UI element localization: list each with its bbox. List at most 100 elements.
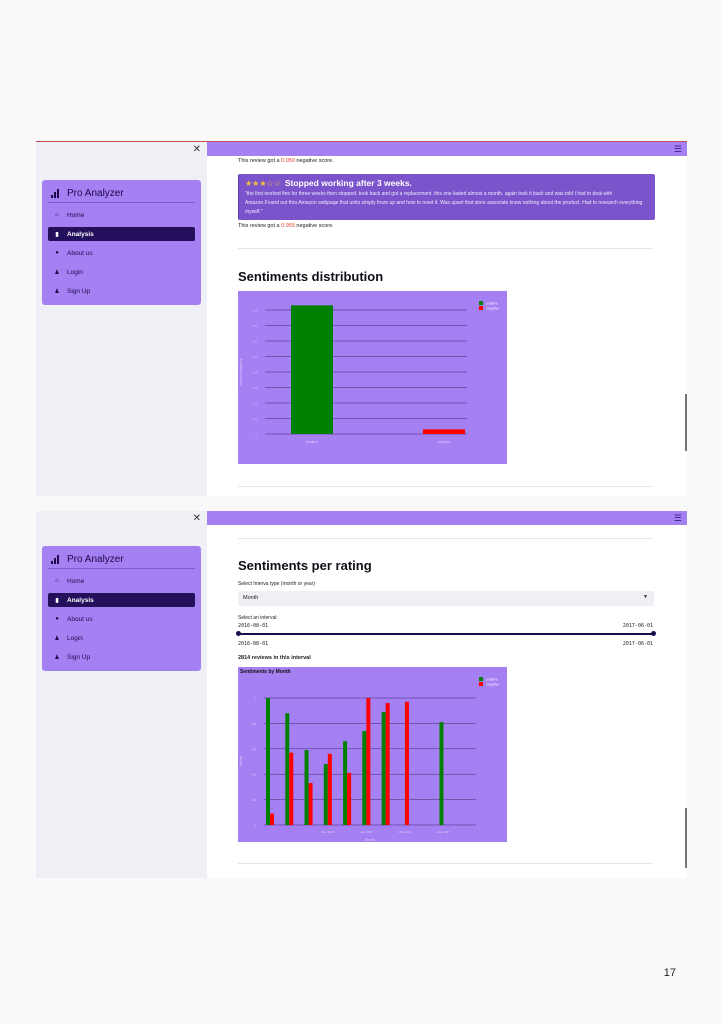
main-content: This review got a 0.050 negative score. … <box>207 156 687 496</box>
select-value: Month <box>243 595 259 601</box>
nav-item-about[interactable]: ● About us <box>48 246 195 260</box>
x-tick-label: Mar 2017 <box>399 830 412 834</box>
section-title: Sentiments distribution <box>238 269 384 284</box>
scrollbar[interactable] <box>685 808 687 868</box>
bar-negative <box>404 701 409 825</box>
chart-svg: Sentiments by Month 0 0.2 0.4 0.6 0.8 1 Trends M… <box>239 669 499 842</box>
legend-swatch <box>479 301 483 305</box>
interval-slider[interactable] <box>238 633 654 635</box>
user-icon: ♟ <box>54 269 60 276</box>
user-icon: ♟ <box>54 635 60 642</box>
slider-end-value: 2017-06-01 <box>622 623 653 629</box>
bar-positive <box>362 731 367 825</box>
bar-positive <box>381 711 386 825</box>
y-tick-label: 0 <box>255 433 257 437</box>
star-rating-icon: ★★★☆☆ <box>245 178 281 188</box>
brand-name: Pro Analyzer <box>67 187 124 199</box>
sentiments-by-month-chart: Sentiments by Month 0 0.2 0.4 0.6 0.8 1 Trends M… <box>238 667 507 842</box>
bar-negative <box>289 752 294 825</box>
nav-item-login[interactable]: ♟ Login <box>48 631 195 645</box>
divider <box>238 863 653 864</box>
chart-title: Sentiments by Month <box>240 669 291 675</box>
y-tick-label: 0.6 <box>252 747 257 751</box>
bar-positive <box>343 741 348 825</box>
range-start-label: 2016-08-01 <box>238 641 269 647</box>
close-icon[interactable]: ✕ <box>193 513 201 525</box>
brand: Pro Analyzer <box>51 185 124 201</box>
x-axis-label: Month <box>365 838 375 842</box>
y-tick-label: 0.8 <box>253 309 258 313</box>
legend-swatch <box>479 306 483 310</box>
nav-item-login[interactable]: ♟ Login <box>48 265 195 279</box>
sidebar: ✕ Pro Analyzer ⌂ Home ▮ Analysis ● About us… <box>36 142 207 496</box>
interval-type-select[interactable]: Month ▼ <box>238 591 654 606</box>
nav-item-label: Analysis <box>67 596 94 604</box>
nav-item-label: About us <box>67 615 93 623</box>
y-tick-label: 0.4 <box>252 773 257 777</box>
y-axis-label: Trends <box>239 756 243 767</box>
review-card: ★★★☆☆ Stopped working after 3 weeks. "th… <box>238 174 655 220</box>
nav-menu: Pro Analyzer ⌂ Home ▮ Analysis ● About us ♟… <box>42 546 201 671</box>
legend-label: negative <box>486 307 499 311</box>
bar-negative <box>308 783 313 825</box>
slider-handle-end[interactable] <box>651 631 656 636</box>
divider <box>238 248 653 249</box>
slider-start-value: 2016-08-01 <box>238 623 269 629</box>
nav-item-label: Login <box>67 634 83 642</box>
divider <box>48 202 195 203</box>
legend-label: positive <box>486 678 498 682</box>
close-icon[interactable]: ✕ <box>193 144 201 156</box>
scrollbar[interactable] <box>685 394 687 451</box>
bar-positive <box>266 698 270 825</box>
score-value: 0.050 <box>281 158 295 164</box>
score-prefix: This review got a <box>238 158 282 164</box>
x-tick-label: negative <box>437 440 450 444</box>
page-number: 17 <box>663 967 676 979</box>
app-screenshot-distribution: ✕ Pro Analyzer ⌂ Home ▮ Analysis ● About us… <box>36 141 687 496</box>
y-tick-label: 0.6 <box>253 340 258 344</box>
score-prefix: This review got a <box>238 223 282 229</box>
bar-positive <box>304 750 309 825</box>
nav-item-label: Sign Up <box>67 287 91 295</box>
nav-item-label: Home <box>67 211 85 219</box>
user-plus-icon: ♟ <box>54 288 60 295</box>
bar-negative <box>423 429 465 434</box>
bar-positive <box>285 713 290 825</box>
nav-item-label: Analysis <box>67 230 94 238</box>
bar-positive <box>323 764 328 825</box>
home-icon: ⌂ <box>55 212 59 218</box>
bar-negative <box>270 813 274 825</box>
user-plus-icon: ♟ <box>54 654 60 661</box>
home-icon: ⌂ <box>55 578 59 584</box>
review-header: ★★★☆☆ Stopped working after 3 weeks. <box>245 178 412 188</box>
nav-item-signup[interactable]: ♟ Sign Up <box>48 650 195 664</box>
divider <box>238 486 653 487</box>
divider <box>48 568 195 569</box>
app-screenshot-per-rating: ✕ Pro Analyzer ⌂ Home ▮ Analysis ● About us… <box>36 511 687 878</box>
hamburger-icon[interactable]: ☰ <box>674 143 682 155</box>
main-content: Sentiments per rating Select Interva typ… <box>207 525 687 878</box>
nav-item-analysis[interactable]: ▮ Analysis <box>48 593 195 607</box>
y-axis-label: Normal frequency <box>239 358 243 386</box>
nav-item-home[interactable]: ⌂ Home <box>48 574 195 588</box>
bar-positive <box>439 722 444 825</box>
score-suffix: negative score. <box>294 223 334 229</box>
nav-item-about[interactable]: ● About us <box>48 612 195 626</box>
slider-handle-start[interactable] <box>236 631 241 636</box>
y-tick-label: 0.8 <box>252 722 257 726</box>
info-icon: ● <box>55 250 59 256</box>
y-tick-label: 0.7 <box>253 324 258 328</box>
review-title: Stopped working after 3 weeks. <box>284 178 412 188</box>
nav-item-label: About us <box>67 249 93 257</box>
score-value: 0.955 <box>281 223 295 229</box>
nav-item-analysis[interactable]: ▮ Analysis <box>48 227 195 241</box>
nav-item-signup[interactable]: ♟ Sign Up <box>48 284 195 298</box>
info-icon: ● <box>55 616 59 622</box>
interval-label: Select an interval: <box>238 615 278 621</box>
x-tick-label: May 2017 <box>437 830 451 834</box>
interval-type-label: Select Interva type (month or year) <box>238 581 315 587</box>
nav-item-label: Sign Up <box>67 653 91 661</box>
score-suffix: negative score. <box>294 158 334 164</box>
nav-item-home[interactable]: ⌂ Home <box>48 208 195 222</box>
hamburger-icon[interactable]: ☰ <box>674 512 682 524</box>
